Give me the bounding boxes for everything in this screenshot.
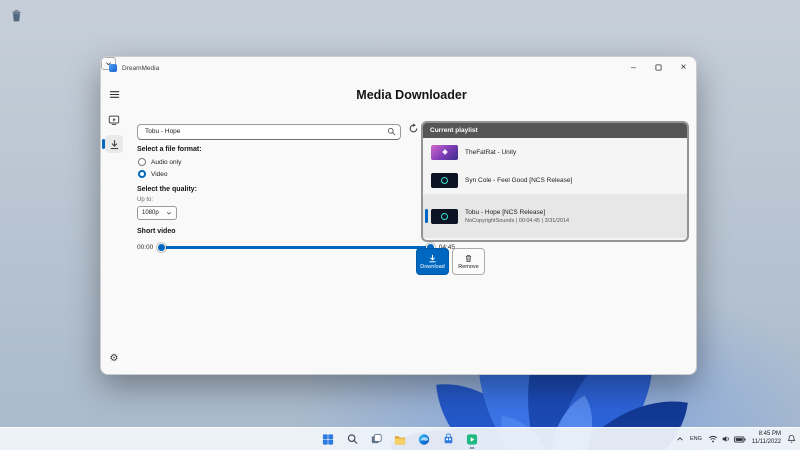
video-details: NoCopyrightSounds | 00:04:45 | 3/31/2014: [465, 217, 570, 224]
taskbar-center: [319, 428, 482, 450]
video-title: TheFatRat - Unity: [465, 148, 517, 156]
quality-value: 1080p: [142, 210, 159, 216]
notification-bell-icon: [787, 434, 796, 443]
trash-icon: [465, 254, 472, 262]
taskbar-search-button[interactable]: [343, 430, 362, 449]
video-thumbnail: [431, 208, 458, 224]
selection-indicator: [425, 209, 428, 223]
trim-handle-start[interactable]: [157, 242, 167, 252]
ncs-logo: [441, 176, 448, 184]
playlist-item-selected[interactable]: Tobu - Hope [NCS Release] NoCopyrightSou…: [423, 194, 687, 238]
edge-browser-button[interactable]: [415, 430, 434, 449]
microsoft-store-button[interactable]: [439, 430, 458, 449]
recycle-bin-icon[interactable]: [8, 6, 24, 24]
desktop: DreamMedia – × ⚙ Media Downloader Tobu -…: [0, 0, 800, 450]
clock[interactable]: 8:45 PM 11/11/2022: [752, 431, 781, 447]
language-indicator[interactable]: ENG: [690, 436, 702, 442]
tray-date: 11/11/2022: [751, 439, 781, 445]
playlist-item[interactable]: Syn Cole - Feel Good [NCS Release]: [423, 166, 687, 194]
edge-icon: [418, 433, 430, 445]
trim-slider-row: 00:00 04:45: [137, 241, 455, 253]
window-controls: – ×: [621, 57, 696, 77]
selected-indicator: [102, 139, 105, 149]
url-bar: [137, 120, 401, 140]
app-window: DreamMedia – × ⚙ Media Downloader Tobu -…: [100, 56, 697, 375]
trim-label: Short video: [137, 228, 176, 235]
running-indicator: [469, 446, 475, 449]
tray-overflow-button[interactable]: [676, 430, 684, 448]
format-label: Select a file format:: [137, 146, 202, 153]
sidebar-item-player[interactable]: [105, 111, 123, 129]
download-nav-icon: [110, 139, 118, 149]
app-icon: [109, 64, 117, 72]
trim-slider[interactable]: [157, 242, 435, 252]
app-title: DreamMedia: [122, 64, 160, 72]
dreammedia-app-button[interactable]: [463, 430, 482, 449]
titlebar[interactable]: DreamMedia – ×: [101, 57, 696, 79]
close-button[interactable]: ×: [671, 57, 696, 77]
file-explorer-icon: [394, 435, 406, 445]
radio-audio-only[interactable]: Audio only: [138, 158, 181, 166]
maximize-button[interactable]: [646, 57, 671, 77]
playlist-item[interactable]: TheFatRat - Unity: [423, 138, 687, 166]
store-icon: [444, 433, 452, 444]
hamburger-menu-button[interactable]: [105, 85, 123, 103]
search-icon: [387, 123, 396, 141]
thumbnail-art: [441, 149, 448, 155]
radio-label: Audio only: [151, 158, 182, 166]
media-player-icon: [108, 115, 120, 125]
video-thumbnail: [431, 172, 458, 188]
search-icon: [347, 434, 357, 444]
windows-start-icon: [322, 433, 334, 445]
media-app-icon: [466, 433, 478, 445]
quality-dropdown[interactable]: 1080p: [137, 206, 177, 220]
ncs-logo: [441, 212, 448, 220]
tray-time: 8:45 PM: [758, 431, 781, 438]
sidebar-item-downloader[interactable]: [102, 135, 123, 153]
network-volume-battery-button[interactable]: [708, 434, 746, 444]
radio-label: Video: [151, 170, 168, 178]
playlist-panel: Current playlist TheFatRat - Unity Syn C…: [421, 121, 689, 242]
start-button[interactable]: [319, 430, 338, 449]
quality-hint: Up to:: [137, 197, 154, 203]
url-input[interactable]: [137, 123, 401, 140]
wifi-icon: [708, 435, 717, 443]
chevron-down-icon: [166, 211, 172, 215]
remove-button[interactable]: Remove: [452, 248, 485, 275]
radio-circle: [138, 158, 146, 166]
refresh-button[interactable]: [407, 122, 420, 135]
radio-video[interactable]: Video: [138, 170, 168, 178]
system-tray: ENG 8:45 PM 11/11/2022: [676, 428, 796, 450]
settings-icon[interactable]: ⚙: [105, 349, 123, 367]
hamburger-icon: [109, 90, 119, 98]
video-title: Syn Cole - Feel Good [NCS Release]: [465, 176, 573, 184]
video-info: Tobu - Hope [NCS Release] NoCopyrightSou…: [465, 209, 569, 224]
trim-start-value: 00:00: [137, 243, 154, 251]
battery-icon: [733, 436, 746, 442]
chevron-up-icon: [677, 437, 683, 441]
notification-center-button[interactable]: [787, 430, 796, 448]
video-thumbnail: [431, 144, 458, 160]
playlist-header: Current playlist: [423, 123, 687, 138]
maximize-icon: [655, 63, 662, 71]
download-button[interactable]: Download: [416, 248, 449, 275]
download-icon: [429, 254, 436, 262]
remove-label: Remove: [458, 263, 479, 270]
minimize-button[interactable]: –: [621, 57, 646, 77]
video-title: Tobu - Hope [NCS Release]: [465, 208, 546, 216]
radio-circle-selected: [138, 170, 146, 178]
volume-icon: [722, 436, 729, 442]
task-view-icon: [371, 434, 382, 444]
file-explorer-button[interactable]: [391, 430, 410, 449]
taskbar: ENG 8:45 PM 11/11/2022: [0, 427, 800, 450]
quality-label: Select the quality:: [137, 186, 197, 193]
task-view-button[interactable]: [367, 430, 386, 449]
sidebar: ⚙: [101, 79, 127, 374]
refresh-icon: [409, 123, 418, 133]
page-title: Media Downloader: [356, 88, 467, 102]
download-label: Download: [420, 263, 445, 270]
